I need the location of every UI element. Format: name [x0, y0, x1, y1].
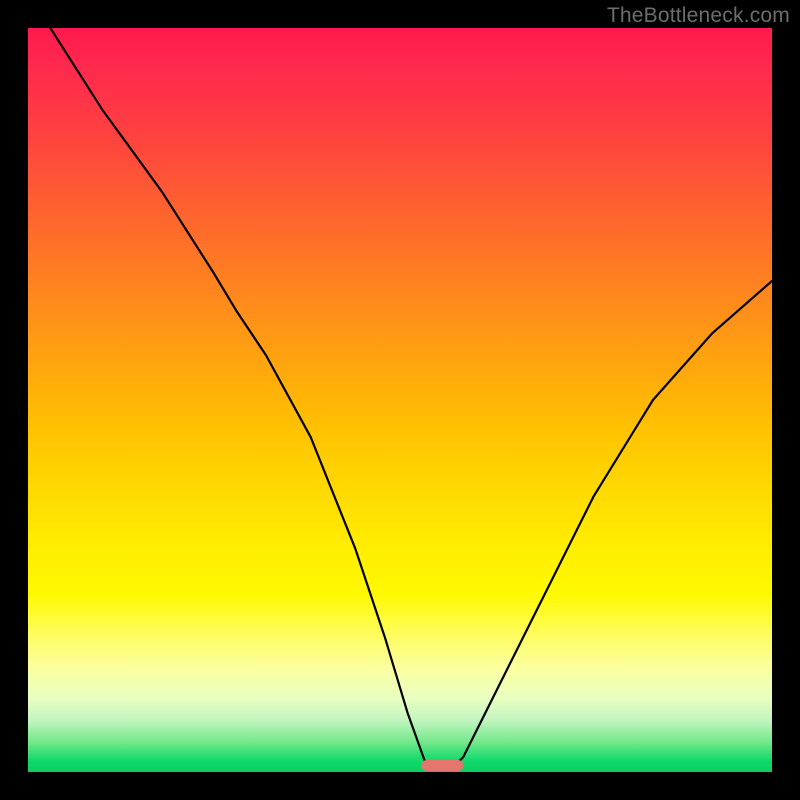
chart-frame: TheBottleneck.com	[0, 0, 800, 800]
chart-svg	[28, 28, 772, 772]
bottleneck-curve	[50, 28, 772, 768]
optimal-marker	[422, 760, 464, 771]
plot-area	[28, 28, 772, 772]
attribution-text: TheBottleneck.com	[607, 4, 790, 28]
